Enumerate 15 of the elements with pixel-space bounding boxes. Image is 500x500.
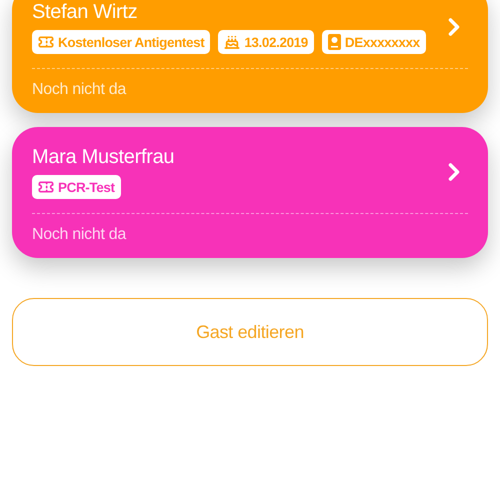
cake-icon [224, 34, 240, 50]
tag-text: PCR-Test [58, 180, 115, 194]
guest-card[interactable]: Mara Musterfrau PCR-Test Noch nicht da [12, 127, 488, 258]
passport-icon [328, 34, 341, 50]
guest-name: Stefan Wirtz [32, 0, 138, 24]
tag-text: 13.02.2019 [244, 34, 308, 50]
tag-text: DExxxxxxxx [344, 34, 420, 50]
ticket-icon [38, 179, 54, 195]
guest-status: Noch nicht da [32, 226, 128, 244]
tag-text: Kostenloser Antigentest [58, 34, 204, 50]
guest-card[interactable]: Stefan Wirtz Kostenloser Antigentest 13.02.2019 DExxxxxxxx Noch nicht da [12, 0, 488, 113]
ticket-icon [38, 34, 54, 50]
edit-guest-button[interactable]: Gast editieren [12, 298, 488, 366]
guest-name: Mara Musterfrau [32, 145, 176, 169]
guest-status: Noch nicht da [32, 81, 128, 99]
